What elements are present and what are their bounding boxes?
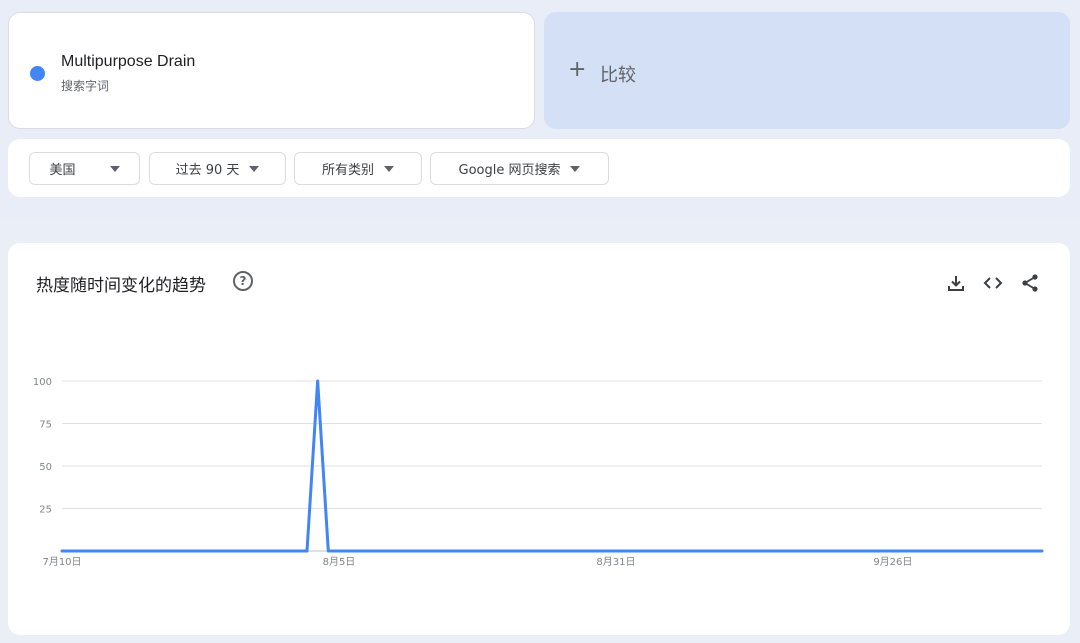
time-range-filter[interactable]: 过去 90 天 xyxy=(149,152,286,185)
chevron-down-icon xyxy=(249,165,260,172)
x-tick-label: 7月10日 xyxy=(42,556,81,568)
compare-button[interactable]: + 比较 xyxy=(544,12,1070,129)
x-tick-label: 9月26日 xyxy=(873,556,912,568)
category-filter-label: 所有类别 xyxy=(321,163,374,178)
time-range-filter-label: 过去 90 天 xyxy=(175,163,240,178)
term-type-label: 搜索字词 xyxy=(61,79,110,93)
plus-icon: + xyxy=(568,57,587,82)
search-type-filter[interactable]: Google 网页搜索 xyxy=(430,152,609,185)
term-name[interactable]: Multipurpose Drain xyxy=(61,53,195,71)
search-term-card[interactable]: Multipurpose Drain 搜索字词 xyxy=(8,12,535,129)
region-filter-label: 美国 xyxy=(49,163,76,178)
y-tick-label: 25 xyxy=(39,505,52,516)
filter-bar: 美国 过去 90 天 所有类别 Google 网页搜索 xyxy=(8,139,1070,197)
region-filter[interactable]: 美国 xyxy=(29,152,140,185)
interest-over-time-card: 热度随时间变化的趋势 ? 25 50 75 100 7月10日 8月5日 8月31日 9月26… xyxy=(8,243,1070,635)
trend-chart[interactable]: 25 50 75 100 7月10日 8月5日 8月31日 9月26日 xyxy=(8,243,1070,635)
term-color-dot xyxy=(30,66,45,81)
chevron-down-icon xyxy=(109,165,120,172)
search-type-filter-label: Google 网页搜索 xyxy=(458,163,561,178)
y-tick-label: 100 xyxy=(33,377,52,388)
chevron-down-icon xyxy=(570,165,581,172)
compare-label: 比较 xyxy=(600,65,636,86)
y-tick-label: 75 xyxy=(39,420,52,431)
category-filter[interactable]: 所有类别 xyxy=(294,152,422,185)
x-tick-label: 8月5日 xyxy=(323,556,356,568)
x-tick-label: 8月31日 xyxy=(596,556,635,568)
chevron-down-icon xyxy=(384,165,394,172)
y-tick-label: 50 xyxy=(39,462,52,473)
